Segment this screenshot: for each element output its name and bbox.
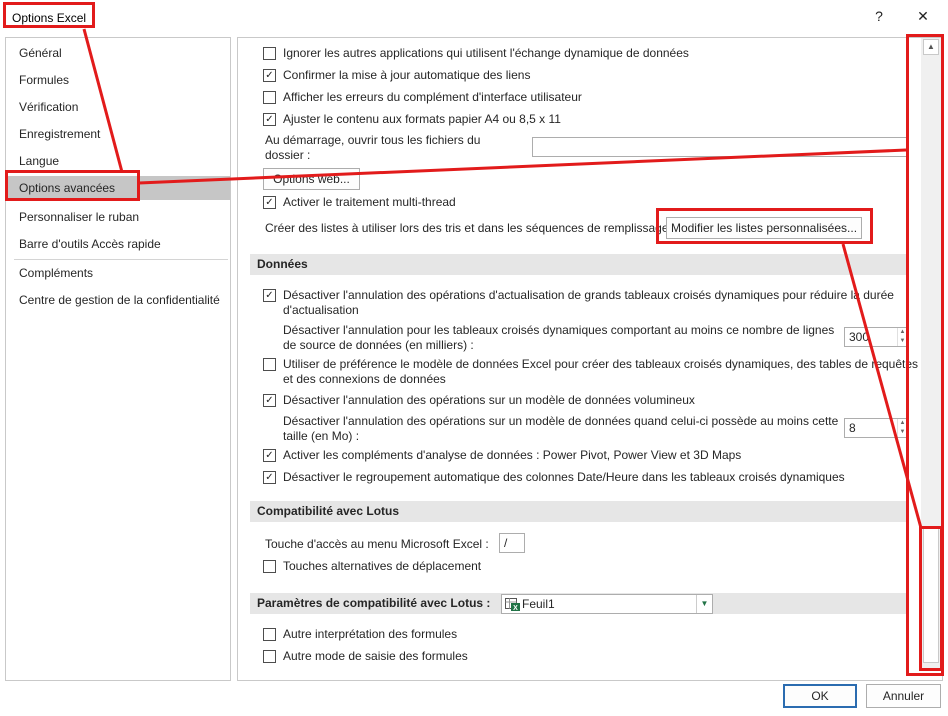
pivot-rows-label-2: de source de données (en milliers) : <box>283 338 474 352</box>
help-button[interactable]: ? <box>864 4 894 28</box>
checkbox-confirm-links[interactable]: ✓ <box>263 69 276 82</box>
scrollbar-thumb[interactable] <box>923 528 939 663</box>
model-size-label-2: taille (en Mo) : <box>283 429 360 443</box>
pivot-rows-value: 300 <box>849 330 870 344</box>
lotus-settings-title: Paramètres de compatibilité avec Lotus : <box>257 596 491 610</box>
window-title: Options Excel <box>3 2 96 28</box>
sidebar-item-quick-access-toolbar[interactable]: Barre d'outils Accès rapide <box>6 232 230 256</box>
chevron-down-icon[interactable]: ▼ <box>696 595 712 613</box>
startup-folder-label-2: dossier : <box>265 148 311 162</box>
model-size-spinner[interactable]: 8 ▲ ▼ <box>844 418 908 438</box>
sidebar-item-save[interactable]: Enregistrement <box>6 122 230 146</box>
checkbox-formula-eval[interactable] <box>263 628 276 641</box>
sidebar-item-addins[interactable]: Compléments <box>6 261 230 285</box>
checkbox-scale-paper[interactable]: ✓ <box>263 113 276 126</box>
spinner-arrows-icon[interactable]: ▲ ▼ <box>897 328 907 346</box>
checkbox-analysis-addins[interactable]: ✓ <box>263 449 276 462</box>
section-data: Données <box>250 254 906 275</box>
checkbox-data-model[interactable] <box>263 358 276 371</box>
options-sidebar: Général Formules Vérification Enregistre… <box>5 37 231 681</box>
checkbox-date-grouping[interactable]: ✓ <box>263 471 276 484</box>
startup-folder-label: Au démarrage, ouvrir tous les fichiers d… <box>265 133 481 147</box>
model-size-label: Désactiver l'annulation des opérations s… <box>283 414 839 428</box>
checkbox-large-model-undo[interactable]: ✓ <box>263 394 276 407</box>
section-lotus: Compatibilité avec Lotus <box>250 501 906 522</box>
sidebar-item-proofing[interactable]: Vérification <box>6 95 230 119</box>
sidebar-item-general[interactable]: Général <box>6 41 230 65</box>
title-bar: Options Excel ? ✕ <box>0 0 948 32</box>
checkbox-lotus-nav-keys[interactable] <box>263 560 276 573</box>
options-content-pane: Ignorer les autres applications qui util… <box>237 37 943 681</box>
sidebar-item-language[interactable]: Langue <box>6 149 230 173</box>
sidebar-item-customize-ribbon[interactable]: Personnaliser le ruban <box>6 205 230 229</box>
vertical-scrollbar[interactable]: ▲ <box>921 38 941 668</box>
sidebar-item-advanced[interactable]: Options avancées <box>6 176 230 200</box>
pivot-rows-label: Désactiver l'annulation pour les tableau… <box>283 323 835 337</box>
custom-lists-label: Créer des listes à utiliser lors des tri… <box>265 221 676 235</box>
pivot-rows-spinner[interactable]: 300 ▲ ▼ <box>844 327 908 347</box>
checkbox-ignore-dde[interactable] <box>263 47 276 60</box>
checkbox-formula-entry[interactable] <box>263 650 276 663</box>
checkbox-multithread[interactable]: ✓ <box>263 196 276 209</box>
lotus-sheet-dropdown[interactable]: X Feuil1 ▼ <box>501 594 713 614</box>
excel-sheet-icon: X <box>505 598 520 611</box>
scroll-up-icon[interactable]: ▲ <box>923 39 939 55</box>
svg-text:X: X <box>513 605 518 611</box>
checkbox-pivot-undo[interactable]: ✓ <box>263 289 276 302</box>
web-options-button[interactable]: Options web... <box>263 168 360 190</box>
ok-button[interactable]: OK <box>783 684 857 708</box>
sidebar-divider <box>14 259 228 260</box>
edit-custom-lists-button[interactable]: Modifier les listes personnalisées... <box>666 217 862 239</box>
checkbox-addin-errors[interactable] <box>263 91 276 104</box>
cancel-button[interactable]: Annuler <box>866 684 941 708</box>
lotus-menu-key-label: Touche d'accès au menu Microsoft Excel : <box>265 537 489 551</box>
sidebar-item-trust-center[interactable]: Centre de gestion de la confidentialité <box>6 288 230 312</box>
lotus-menu-key-input[interactable]: / <box>499 533 525 553</box>
close-button[interactable]: ✕ <box>908 4 938 28</box>
sidebar-item-formulas[interactable]: Formules <box>6 68 230 92</box>
startup-folder-input[interactable] <box>532 137 909 157</box>
model-size-value: 8 <box>849 421 856 435</box>
spinner-arrows-icon[interactable]: ▲ ▼ <box>897 419 907 437</box>
lotus-sheet-value: Feuil1 <box>522 597 555 611</box>
